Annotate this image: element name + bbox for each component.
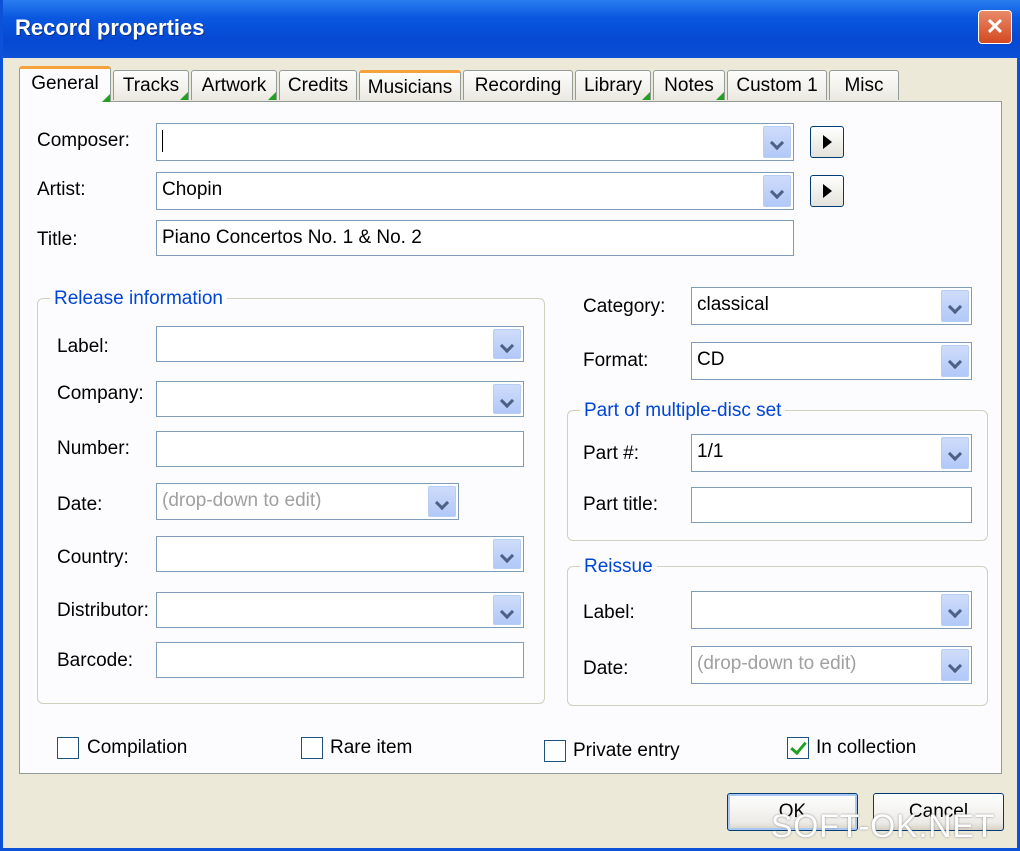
record-properties-window: Record properties ✕ General Tracks Artwo… [0,0,1020,851]
category-value: classical [697,294,769,315]
tab-misc[interactable]: Misc [829,70,899,100]
tab-custom-1-label: Custom 1 [736,75,818,96]
reissue-date-value: (drop-down to edit) [697,653,857,674]
part-number-value: 1/1 [697,441,724,462]
format-value: CD [697,349,725,370]
tab-library[interactable]: Library [575,70,651,100]
part-title-label: Part title: [583,494,658,515]
rare-item-checkbox[interactable] [301,737,323,759]
number-label: Number: [57,438,130,459]
part-number-combobox[interactable]: 1/1 [691,434,972,472]
reissue-label-label: Label: [583,602,635,623]
release-label-combobox[interactable] [156,326,524,362]
release-information-legend: Release information [50,288,227,310]
format-label: Format: [583,350,649,371]
barcode-label: Barcode: [57,650,134,671]
tab-data-marker-icon [716,92,724,100]
compilation-checkbox[interactable] [57,737,79,759]
chevron-down-icon[interactable] [493,539,521,569]
title-bar[interactable]: Record properties ✕ [3,0,1020,58]
tab-data-marker-icon [102,94,110,102]
tab-notes-label: Notes [664,75,714,96]
multidisc-legend: Part of multiple-disc set [580,400,786,422]
in-collection-label[interactable]: In collection [816,737,916,759]
reissue-label-combobox[interactable] [691,591,972,629]
tab-custom-1[interactable]: Custom 1 [727,70,827,100]
reissue-date-combobox[interactable]: (drop-down to edit) [691,646,972,684]
title-label: Title: [37,229,78,250]
tab-credits[interactable]: Credits [279,70,357,100]
close-icon: ✕ [985,14,1005,39]
chevron-down-icon[interactable] [763,126,791,158]
artist-label: Artist: [37,179,86,200]
tab-musicians-label: Musicians [367,77,453,98]
tab-library-label: Library [583,75,643,96]
number-input[interactable] [156,431,524,467]
tab-credits-label: Credits [287,75,349,96]
company-label: Company: [57,383,144,404]
chevron-down-icon[interactable] [941,345,969,377]
chevron-down-icon[interactable] [493,595,521,625]
chevron-down-icon[interactable] [763,175,791,207]
watermark: SOFT-OK.NET [771,808,996,844]
reissue-group [567,566,988,706]
reissue-date-label: Date: [583,658,629,679]
country-label: Country: [57,547,129,568]
release-date-value: (drop-down to edit) [162,490,322,511]
tab-recording-label: Recording [474,75,562,96]
tab-artwork-label: Artwork [201,75,267,96]
artist-combobox[interactable]: Chopin [156,172,794,210]
chevron-down-icon[interactable] [941,290,969,322]
tab-general[interactable]: General [19,66,111,102]
composer-label: Composer: [37,130,130,151]
barcode-input[interactable] [156,642,524,678]
title-input[interactable]: Piano Concertos No. 1 & No. 2 [156,220,794,256]
tab-data-marker-icon [268,92,276,100]
chevron-down-icon[interactable] [428,486,456,517]
artist-value: Chopin [162,179,223,200]
tab-musicians[interactable]: Musicians [359,70,461,100]
release-date-combobox[interactable]: (drop-down to edit) [156,483,459,520]
tab-notes[interactable]: Notes [653,70,725,100]
text-cursor [162,129,163,152]
tab-data-marker-icon [180,92,188,100]
tab-tracks-label: Tracks [122,75,180,96]
reissue-legend: Reissue [580,556,657,578]
private-entry-checkbox[interactable] [544,740,566,762]
country-combobox[interactable] [156,536,524,572]
distributor-label: Distributor: [57,600,149,621]
close-button[interactable]: ✕ [978,10,1012,44]
distributor-combobox[interactable] [156,592,524,628]
tab-recording[interactable]: Recording [463,70,573,100]
part-number-label: Part #: [583,443,639,464]
category-label: Category: [583,296,666,317]
part-title-input[interactable] [691,487,972,523]
chevron-down-icon[interactable] [493,384,521,414]
composer-more-button[interactable] [810,126,844,158]
company-combobox[interactable] [156,381,524,417]
compilation-label[interactable]: Compilation [87,737,187,759]
chevron-down-icon[interactable] [941,437,969,469]
tab-general-label: General [31,73,99,94]
private-entry-label[interactable]: Private entry [573,740,680,762]
composer-combobox[interactable] [156,123,794,161]
tab-data-marker-icon [642,92,650,100]
window-title: Record properties [15,15,205,40]
date-label: Date: [57,494,103,515]
chevron-down-icon[interactable] [941,594,969,626]
release-label-label: Label: [57,336,109,357]
tab-tracks[interactable]: Tracks [113,70,189,100]
tab-misc-label: Misc [844,75,884,96]
artist-more-button[interactable] [810,175,844,207]
tab-artwork[interactable]: Artwork [191,70,277,100]
in-collection-checkbox[interactable] [787,737,809,759]
chevron-down-icon[interactable] [941,649,969,681]
chevron-down-icon[interactable] [493,329,521,359]
category-combobox[interactable]: classical [691,287,972,325]
format-combobox[interactable]: CD [691,342,972,380]
rare-item-label[interactable]: Rare item [330,737,412,759]
